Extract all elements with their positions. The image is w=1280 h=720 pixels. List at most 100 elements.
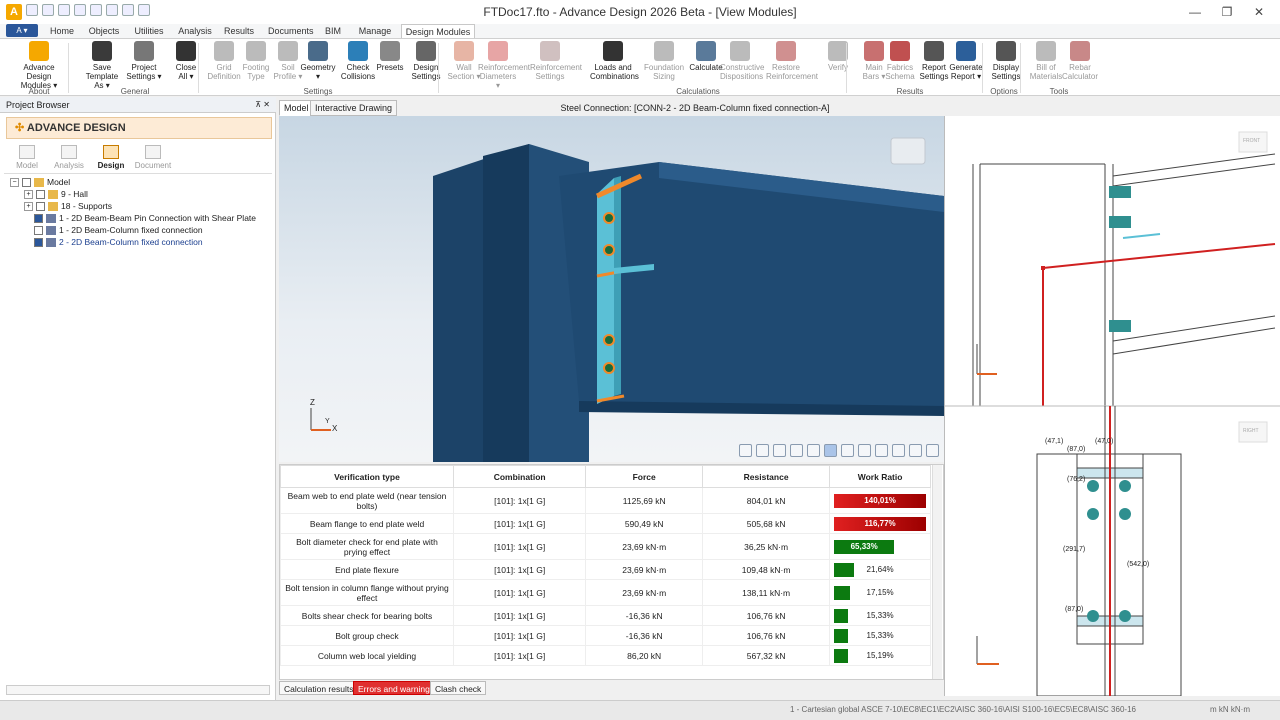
maximize-button[interactable]: ❐ [1212,2,1242,22]
ribbon-button-10[interactable]: Design Settings [406,41,446,81]
tree-item[interactable]: +18 - Supports [24,200,112,212]
tab-model-view[interactable]: Model [279,100,314,116]
dimension-icon[interactable] [909,444,922,457]
tab-results[interactable]: Results [222,24,256,38]
expand-toggle-icon[interactable]: + [24,190,33,200]
table-row[interactable]: Bolts shear check for bearing bolts [101]… [280,605,931,626]
tab-manage[interactable]: Manage [356,24,394,38]
ribbon-group-label: Calculations [676,87,720,96]
status-units: m kN kN·m [1210,705,1250,714]
ribbon-button-18[interactable]: Restore Reinforcement [766,41,818,81]
project-browser: Project Browser ⊼ ✕ ✣ ADVANCE DESIGN Mod… [0,97,276,700]
checkbox[interactable] [34,214,43,224]
ribbon-button-2[interactable]: Project Settings ▾ [124,41,164,81]
tab-documents[interactable]: Documents [268,24,314,38]
ribbon-button-23[interactable]: Generate Report ▾ [946,41,986,81]
browser-tab-document[interactable]: Document [132,145,174,170]
col-force[interactable]: Force [585,465,704,488]
table-cell: Beam flange to end plate weld [280,513,454,534]
checkbox[interactable] [34,238,43,248]
table-cell: [101]: 1x[1 G] [452,645,587,666]
tab-clash-check[interactable]: Clash check [430,681,487,695]
tree-item[interactable]: 1 - 2D Beam-Column fixed connection [34,224,203,236]
col-work-ratio[interactable]: Work Ratio [829,465,931,488]
frame-icon[interactable] [807,444,820,457]
ribbon-button-7[interactable]: Geometry ▾ [298,41,338,81]
tree-horizontal-scrollbar[interactable] [6,685,270,695]
minimize-button[interactable]: — [1180,2,1210,22]
ribbon-button-14[interactable]: Loads and Combinations [590,41,639,81]
browser-tab-analysis[interactable]: Analysis [48,145,90,170]
ribbon-button-icon [654,41,674,61]
tab-analysis[interactable]: Analysis [176,24,214,38]
zoom-icon[interactable] [892,444,905,457]
table-row[interactable]: Bolt tension in column flange without pr… [280,579,931,606]
drawing-panel[interactable]: FRONT RIGHT (47,1) (87,0) (76,2) (291,7)… [944,116,1280,697]
front-view-cube[interactable]: FRONT [1243,138,1260,144]
design-tab-icon [103,145,119,159]
table-row[interactable]: Column web local yielding [101]: 1x[1 G] 8… [280,645,931,666]
ribbon-button-19[interactable]: Verify [818,41,858,72]
print-view-icon[interactable] [756,444,769,457]
3d-viewport[interactable]: Z X Y [279,116,944,462]
col-resistance[interactable]: Resistance [702,465,831,488]
zoom-fit-icon[interactable] [790,444,803,457]
browser-tab-model[interactable]: Model [6,145,48,170]
ribbon-button-9[interactable]: Presets [370,41,410,72]
tab-calculation-results[interactable]: Calculation results [279,681,359,695]
shading-icon[interactable] [841,444,854,457]
pin-close-icon[interactable]: ⊼ ✕ [255,97,270,113]
table-cell: 505,68 kN [702,513,831,534]
axis-icon[interactable] [858,444,871,457]
table-row[interactable]: Bolt diameter check for end plate with p… [280,533,931,560]
chevron-down-icon[interactable] [926,444,939,457]
ribbon-button-icon [278,41,298,61]
dim-label: (47,0) [1095,438,1114,445]
table-row[interactable]: Beam flange to end plate weld [101]: 1x[1… [280,513,931,534]
app-menu-button[interactable]: A ▾ [6,24,38,37]
view-mode-icon[interactable] [824,444,837,457]
tab-design-modules[interactable]: Design Modules [401,24,475,39]
tab-bim[interactable]: BIM [322,24,344,38]
tab-interactive-drawing[interactable]: Interactive Drawing [310,100,398,116]
tab-home[interactable]: Home [48,24,76,38]
ribbon-button-icon [696,41,716,61]
expand-toggle-icon[interactable]: − [10,178,19,188]
tab-errors-and-warnings[interactable]: Errors and warnings [353,681,440,695]
tree-item[interactable]: − Model [10,176,70,188]
close-window-button[interactable]: ✕ [1244,2,1274,22]
table-row[interactable]: End plate flexure [101]: 1x[1 G] 23,69 kN·… [280,559,931,580]
table-vertical-scrollbar[interactable] [932,465,942,679]
checkbox[interactable] [22,178,31,188]
ribbon-button-1[interactable]: Save Template As ▾ [82,41,122,90]
tree-item[interactable]: 1 - 2D Beam-Beam Pin Connection with She… [34,212,256,224]
ribbon-button-0[interactable]: Advance Design Modules ▾ [12,41,66,90]
table-row[interactable]: Bolt group check [101]: 1x[1 G] -16,36 kN 1… [280,625,931,646]
expand-toggle-icon[interactable]: + [24,202,33,212]
tab-utilities[interactable]: Utilities [130,24,168,38]
checkbox[interactable] [36,202,45,212]
browser-tab-design[interactable]: Design [90,145,132,170]
checkbox[interactable] [36,190,45,200]
right-view-cube[interactable]: RIGHT [1243,428,1259,434]
window-title: FTDoc17.fto - Advance Design 2026 Beta -… [483,5,797,19]
ribbon-button-12[interactable]: Reinforcement Diameters ▾ [478,41,530,90]
tree-item[interactable]: 2 - 2D Beam-Column fixed connection [34,236,203,248]
tree-item-label: 1 - 2D Beam-Column fixed connection [59,225,203,235]
tab-objects[interactable]: Objects [86,24,122,38]
axes-toggle-icon[interactable] [875,444,888,457]
ribbon-button-26[interactable]: Rebar Calculator [1060,41,1100,81]
table-row[interactable]: Beam web to end plate weld (near tension… [280,487,931,514]
edit-icon[interactable] [739,444,752,457]
ribbon-button-15[interactable]: Foundation Sizing [644,41,684,81]
ribbon-button-13[interactable]: Reinforcement Settings [530,41,582,81]
checkbox[interactable] [34,226,43,236]
ribbon-button-17[interactable]: Constructive Dispositions [720,41,764,81]
ribbon-button-3[interactable]: Close All ▾ [166,41,206,81]
col-verification-type[interactable]: Verification type [280,465,454,488]
tree-item[interactable]: +9 - Hall [24,188,88,200]
ribbon-button-icon [776,41,796,61]
ribbon-group-label: About [28,87,50,96]
col-combination[interactable]: Combination [452,465,587,488]
camera-icon[interactable] [773,444,786,457]
